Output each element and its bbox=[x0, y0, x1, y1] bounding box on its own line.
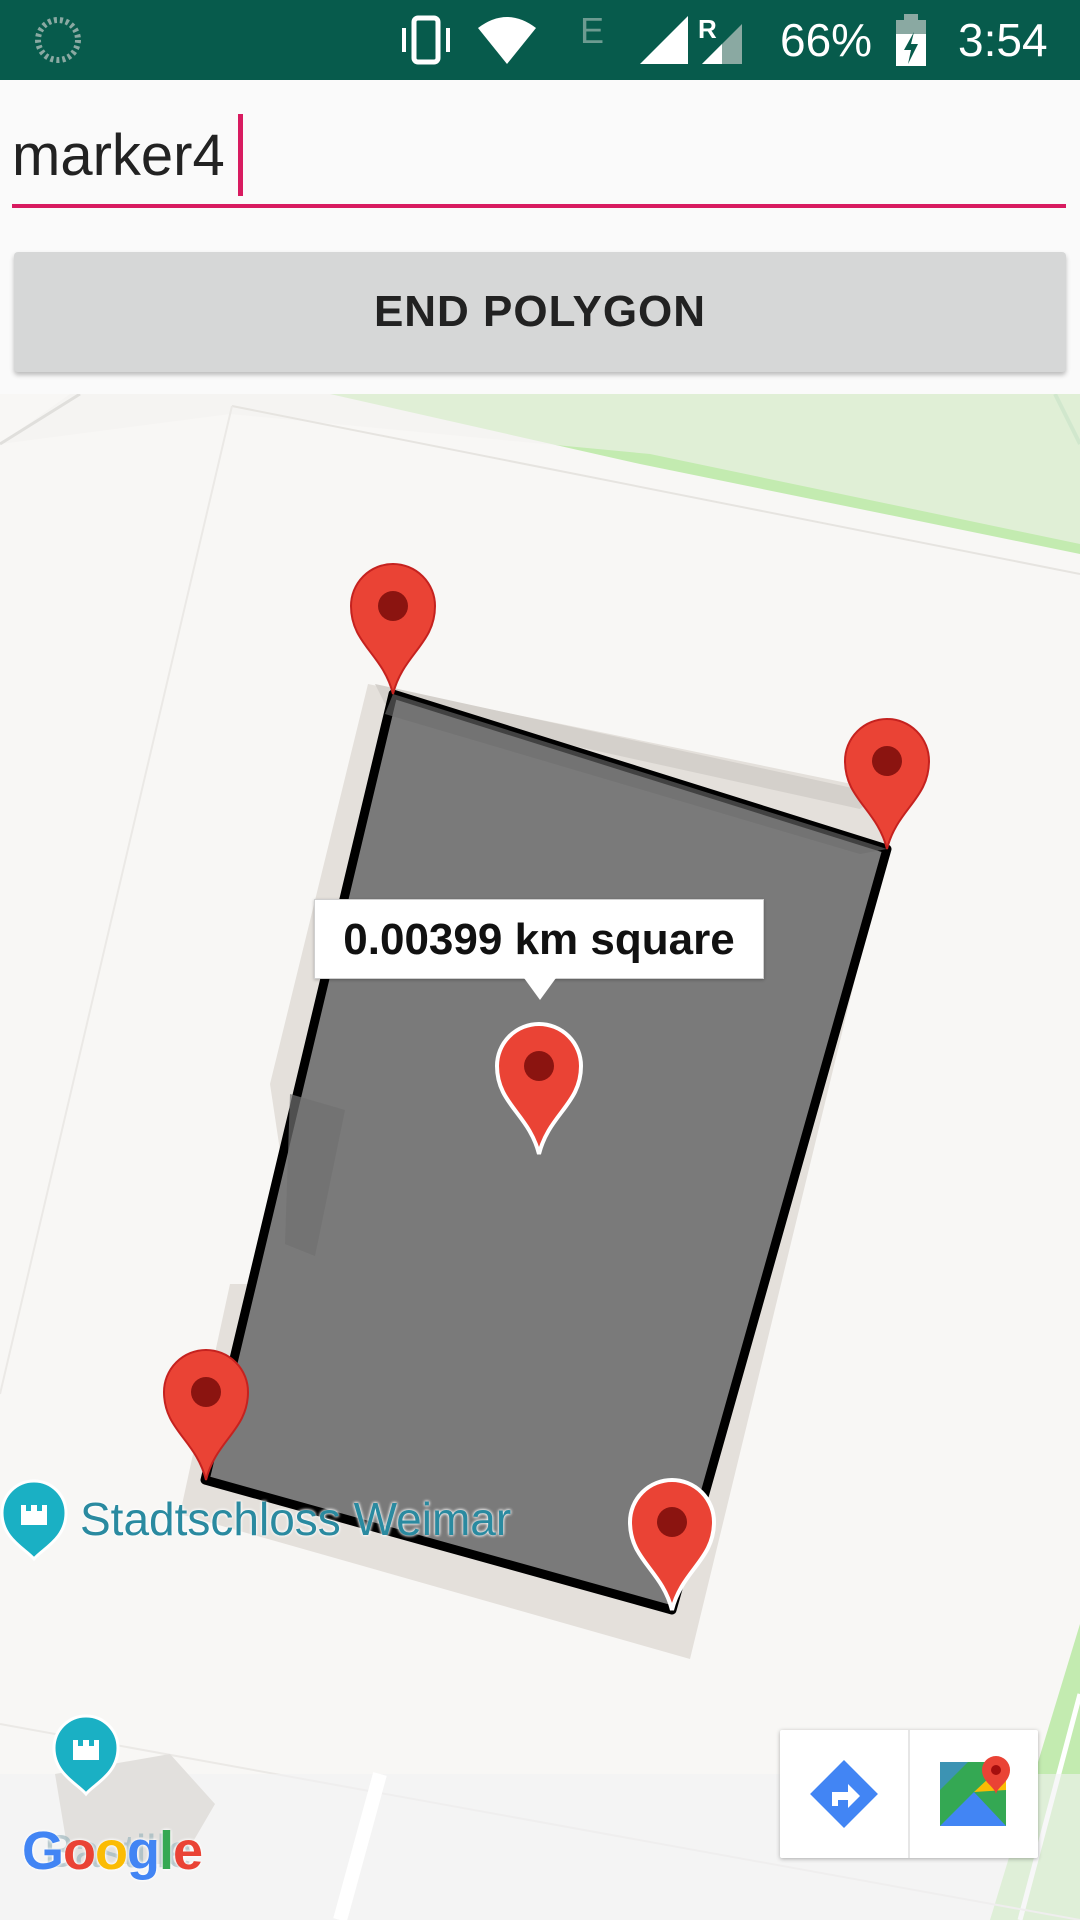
end-polygon-button[interactable]: END POLYGON bbox=[14, 252, 1066, 372]
marker-pin-icon[interactable] bbox=[349, 563, 437, 695]
open-google-maps-button[interactable] bbox=[910, 1730, 1038, 1858]
google-logo: Google bbox=[22, 1821, 203, 1881]
battery-percent: 66% bbox=[780, 14, 873, 66]
directions-button[interactable] bbox=[780, 1730, 908, 1858]
roaming-signal-icon bbox=[702, 24, 742, 64]
battery-charging-icon bbox=[896, 14, 926, 66]
wifi-icon bbox=[478, 17, 536, 64]
info-window-tail bbox=[524, 978, 556, 1000]
vibrate-icon bbox=[402, 15, 450, 65]
area-info-window: 0.00399 km square bbox=[314, 899, 764, 979]
text-caret bbox=[238, 114, 243, 196]
map-view[interactable]: 0.00399 km square Stadtschloss Weimar Ba… bbox=[0, 394, 1080, 1920]
map-toolbar bbox=[780, 1730, 1038, 1858]
sync-icon bbox=[35, 17, 81, 63]
marker-name-input[interactable] bbox=[12, 108, 1066, 208]
poi-label-stadtschloss[interactable]: Stadtschloss Weimar bbox=[80, 1492, 511, 1546]
map-canvas bbox=[0, 394, 1080, 1920]
google-maps-icon bbox=[940, 1756, 1010, 1826]
directions-icon bbox=[810, 1760, 878, 1828]
status-bar: E R 66% 3:54 bbox=[0, 0, 1080, 80]
network-type: E bbox=[580, 10, 605, 51]
castle-poi-icon[interactable] bbox=[0, 1479, 68, 1562]
signal-icon bbox=[640, 16, 688, 64]
clock: 3:54 bbox=[958, 14, 1048, 66]
